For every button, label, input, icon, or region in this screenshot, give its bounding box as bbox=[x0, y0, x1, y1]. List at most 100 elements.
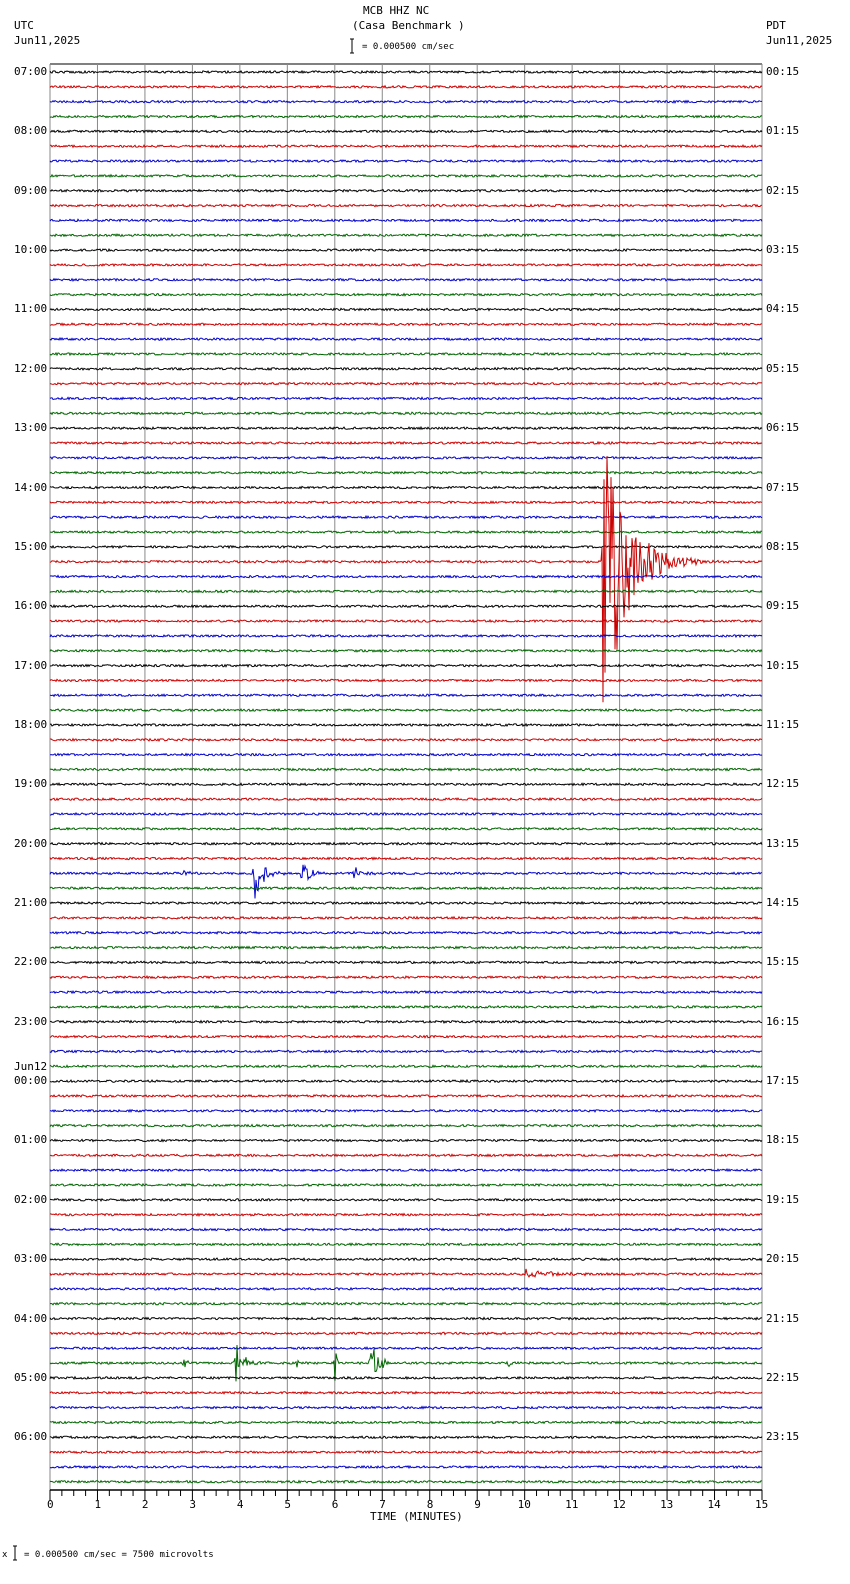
trace-row bbox=[49, 604, 763, 609]
x-tick-label: 10 bbox=[517, 1498, 531, 1511]
trace-row bbox=[49, 233, 763, 238]
utc-hour-label: 15:00 bbox=[14, 539, 48, 553]
x-tick-label: 14 bbox=[707, 1498, 721, 1511]
trace-row bbox=[49, 203, 763, 208]
trace-row bbox=[49, 1301, 763, 1306]
trace-row bbox=[49, 514, 763, 520]
date-change-label: Jun12 bbox=[14, 1060, 48, 1074]
trace-row bbox=[49, 1344, 763, 1382]
trace-row bbox=[49, 396, 763, 401]
trace-row bbox=[49, 796, 763, 802]
trace-row bbox=[49, 1034, 763, 1039]
trace-row bbox=[49, 1138, 763, 1143]
utc-hour-label: 12:00 bbox=[14, 361, 48, 375]
trace-row bbox=[49, 1123, 763, 1128]
pdt-hour-label: 21:15 bbox=[766, 1311, 800, 1325]
trace-row bbox=[49, 1004, 763, 1010]
utc-hour-label: 14:00 bbox=[14, 480, 48, 494]
pdt-hour-label: 00:15 bbox=[766, 65, 800, 78]
pdt-hour-label: 01:15 bbox=[766, 124, 800, 138]
trace-row bbox=[49, 1049, 763, 1054]
utc-hour-label: 09:00 bbox=[14, 183, 48, 197]
x-tick-label: 5 bbox=[284, 1498, 291, 1511]
trace-row bbox=[49, 277, 763, 282]
trace-row bbox=[49, 248, 763, 253]
trace-row bbox=[49, 307, 763, 312]
trace-row bbox=[49, 1435, 763, 1440]
utc-hour-label: 17:00 bbox=[14, 658, 48, 672]
trace-row bbox=[49, 678, 763, 683]
trace-row bbox=[50, 752, 763, 757]
trace-row bbox=[49, 1227, 763, 1232]
trace-row bbox=[49, 188, 762, 193]
trace-row bbox=[49, 351, 763, 357]
pdt-hour-label: 10:15 bbox=[766, 658, 800, 672]
trace-row bbox=[49, 1268, 763, 1278]
trace-row bbox=[49, 84, 763, 89]
x-tick-label: 0 bbox=[47, 1498, 54, 1511]
utc-hour-label: 22:00 bbox=[14, 955, 48, 969]
trace-row bbox=[49, 292, 763, 297]
trace-row bbox=[49, 1331, 763, 1336]
trace-row bbox=[49, 1153, 763, 1158]
trace-row bbox=[49, 1286, 763, 1292]
trace-row bbox=[49, 425, 763, 431]
pdt-hour-label: 09:15 bbox=[766, 599, 800, 613]
x-tick-label: 6 bbox=[331, 1498, 339, 1511]
utc-hour-label: 21:00 bbox=[14, 896, 48, 910]
pdt-hour-label: 03:15 bbox=[766, 243, 800, 257]
trace-row bbox=[49, 336, 763, 342]
utc-hour-label: 19:00 bbox=[14, 777, 48, 791]
trace-row bbox=[49, 1405, 763, 1410]
trace-row bbox=[49, 693, 763, 698]
x-tick-label: 4 bbox=[236, 1498, 244, 1511]
utc-hour-label: 20:00 bbox=[14, 836, 48, 850]
pdt-hour-label: 07:15 bbox=[766, 480, 800, 494]
utc-hour-label: 06:00 bbox=[14, 1430, 48, 1444]
trace-row bbox=[49, 722, 763, 728]
x-tick-label: 2 bbox=[141, 1498, 149, 1511]
utc-hour-label: 05:00 bbox=[14, 1370, 48, 1384]
trace-row bbox=[49, 173, 763, 179]
trace-row bbox=[49, 544, 763, 550]
trace-row bbox=[49, 841, 763, 846]
trace-row bbox=[49, 381, 763, 386]
trace-row bbox=[50, 530, 763, 535]
x-tick-label: 15 bbox=[755, 1498, 769, 1511]
trace-row bbox=[49, 129, 763, 134]
trace-row bbox=[49, 737, 763, 742]
pdt-hour-label: 15:15 bbox=[766, 955, 800, 969]
trace-row bbox=[49, 782, 763, 787]
trace-row bbox=[49, 960, 763, 965]
utc-hour-label: 01:00 bbox=[14, 1133, 48, 1147]
trace-row bbox=[49, 1464, 763, 1470]
pdt-hour-label: 02:15 bbox=[766, 183, 800, 197]
utc-hour-label: 16:00 bbox=[14, 599, 48, 613]
trace-row bbox=[49, 930, 763, 935]
trace-row bbox=[49, 218, 763, 223]
utc-hour-label: 10:00 bbox=[14, 243, 48, 257]
trace-row bbox=[49, 915, 763, 921]
utc-hour-label: 08:00 bbox=[14, 124, 48, 138]
trace-row bbox=[49, 1479, 763, 1485]
trace-row bbox=[49, 114, 763, 119]
utc-hour-label: 07:00 bbox=[14, 65, 48, 78]
trace-row bbox=[49, 158, 763, 164]
trace-row bbox=[49, 975, 763, 980]
trace-row bbox=[49, 900, 763, 906]
trace-row bbox=[49, 886, 763, 891]
x-tick-label: 8 bbox=[426, 1498, 434, 1511]
trace-row bbox=[49, 455, 763, 460]
trace-row bbox=[49, 574, 763, 579]
trace-row bbox=[49, 440, 763, 446]
x-tick-label: 11 bbox=[565, 1498, 579, 1511]
pdt-hour-label: 16:15 bbox=[766, 1014, 800, 1028]
trace-row bbox=[49, 618, 763, 624]
pdt-hour-label: 05:15 bbox=[766, 361, 800, 375]
pdt-hour-label: 13:15 bbox=[766, 836, 800, 850]
utc-hour-label: 00:00 bbox=[14, 1074, 48, 1088]
x-tick-label: 13 bbox=[660, 1498, 674, 1511]
trace-row bbox=[49, 1064, 763, 1069]
trace-row bbox=[49, 1346, 763, 1351]
pdt-hour-label: 06:15 bbox=[766, 421, 800, 435]
